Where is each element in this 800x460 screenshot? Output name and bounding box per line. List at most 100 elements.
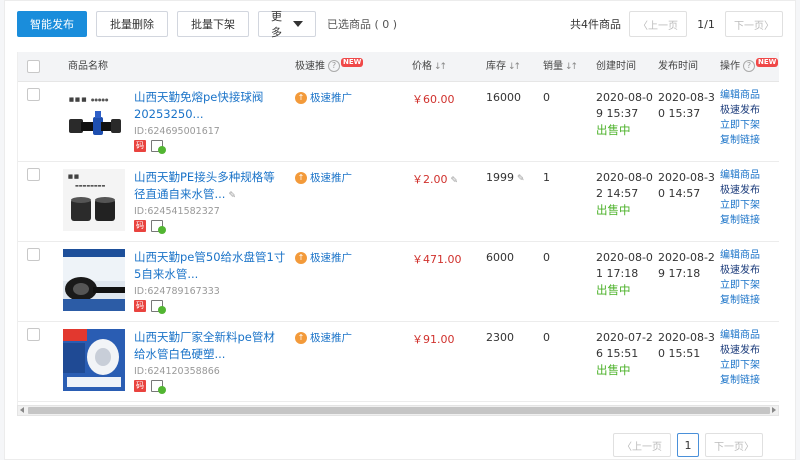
product-tags: 码 [134, 220, 166, 234]
row-checkbox[interactable] [27, 328, 40, 341]
product-stock[interactable]: 1999 ✎ [486, 171, 525, 184]
product-stock: 2300 [486, 331, 514, 344]
promo-link[interactable]: ↑ 极速推广 [295, 250, 352, 265]
product-title-link[interactable]: 山西天勤pe管50给水盘管1寸5自来水管... [134, 249, 286, 283]
caret-down-icon [293, 21, 303, 27]
product-price: ￥60.00 [412, 93, 455, 106]
row-actions: 编辑商品 极速发布 立即下架 复制链接 [720, 249, 760, 308]
next-page-button[interactable]: 下一页 〉 [725, 11, 783, 37]
copy-link-link[interactable]: 复制链接 [720, 134, 760, 148]
fast-publish-link[interactable]: 极速发布 [720, 184, 760, 198]
promo-label: 极速推广 [310, 92, 352, 104]
help-icon[interactable]: ? [743, 60, 755, 72]
col-ops: 操作? NEW [720, 52, 779, 82]
code-tag-icon[interactable]: 码 [134, 300, 146, 312]
copy-link-link[interactable]: 复制链接 [720, 214, 760, 228]
status-badge: 出售中 [596, 123, 631, 137]
promo-label: 极速推广 [310, 172, 352, 184]
sort-icon: ↓↑ [434, 62, 447, 72]
pe-pipe-coil-image [63, 249, 125, 311]
row-actions: 编辑商品 极速发布 立即下架 复制链接 [720, 89, 760, 148]
table-row: 山西天勤pe管50给水盘管1寸5自来水管... ID:624789167333 … [18, 242, 779, 322]
product-title-link[interactable]: 山西天勤厂家全新料pe管材给水管白色硬塑... [134, 329, 286, 363]
col-sales[interactable]: 销量 ↓↑ [543, 52, 578, 82]
created-time: 2020-08-09 15:37 [596, 91, 653, 120]
edit-product-link[interactable]: 编辑商品 [720, 329, 760, 343]
svg-text:●●●●●: ●●●●● [91, 97, 109, 102]
smart-publish-button[interactable]: 智能发布 [17, 11, 87, 37]
rocket-icon: ↑ [295, 331, 307, 344]
product-thumbnail[interactable]: ⬛ ⬛ ⬛ ●●●●● [63, 89, 125, 151]
row-checkbox[interactable] [27, 168, 40, 181]
horizontal-scrollbar[interactable] [17, 405, 779, 416]
doc-check-icon[interactable] [151, 380, 166, 394]
col-sales-label: 销量 [543, 61, 563, 72]
product-title-link[interactable]: 山西天勤PE接头多种规格等径直通自来水管... ✎ [134, 169, 286, 205]
col-ops-label: 操作 [720, 61, 740, 72]
row-checkbox[interactable] [27, 248, 40, 261]
scrollbar-thumb[interactable] [28, 407, 770, 414]
delist-link[interactable]: 立即下架 [720, 119, 760, 133]
prev-page-button[interactable]: 〈 上一页 [613, 433, 671, 457]
batch-delist-button[interactable]: 批量下架 [177, 11, 249, 37]
edit-product-link[interactable]: 编辑商品 [720, 249, 760, 263]
ball-valve-image: ⬛ ⬛ ⬛ ●●●●● [63, 89, 125, 151]
delist-link[interactable]: 立即下架 [720, 279, 760, 293]
edit-product-link[interactable]: 编辑商品 [720, 89, 760, 103]
row-actions: 编辑商品 极速发布 立即下架 复制链接 [720, 169, 760, 228]
scroll-right-arrow-icon[interactable] [772, 407, 776, 413]
edit-product-link[interactable]: 编辑商品 [720, 169, 760, 183]
promo-link[interactable]: ↑ 极速推广 [295, 330, 352, 345]
edit-pencil-icon[interactable]: ✎ [451, 176, 459, 186]
col-price[interactable]: 价格 ↓↑ [412, 52, 447, 82]
product-thumbnail[interactable] [63, 249, 125, 311]
doc-check-icon[interactable] [151, 220, 166, 234]
doc-check-icon[interactable] [151, 140, 166, 154]
edit-pencil-icon[interactable]: ✎ [517, 174, 525, 184]
fast-publish-link[interactable]: 极速发布 [720, 264, 760, 278]
col-stock[interactable]: 库存 ↓↑ [486, 52, 521, 82]
table-row: ⬛ ⬛ ⬛ ●●●●● 山西天勤免熔pe快接球阀20253250... ID:6… [18, 82, 779, 162]
promo-link[interactable]: ↑ 极速推广 [295, 90, 352, 105]
product-table: 商品名称 极速推? NEW 价格 ↓↑ 库存 ↓↑ 销量 ↓↑ 创建时间 发布时间 操作… [17, 52, 779, 405]
pe-pipe-roll-image [63, 329, 125, 391]
code-tag-icon[interactable]: 码 [134, 380, 146, 392]
product-thumbnail[interactable] [63, 329, 125, 391]
svg-text:▬▬▬▬▬▬▬▬: ▬▬▬▬▬▬▬▬ [75, 183, 105, 188]
fast-publish-link[interactable]: 极速发布 [720, 104, 760, 118]
product-sales: 1 [543, 171, 550, 184]
select-all-checkbox[interactable] [27, 60, 40, 73]
col-stock-label: 库存 [486, 61, 506, 72]
prev-page-button[interactable]: 〈 上一页 [629, 11, 687, 37]
scroll-left-arrow-icon[interactable] [20, 407, 24, 413]
published-time: 2020-08-30 15:37 [658, 91, 715, 120]
col-name: 商品名称 [68, 61, 108, 72]
product-id: ID:624695001617 [134, 126, 220, 137]
doc-check-icon[interactable] [151, 300, 166, 314]
more-dropdown-button[interactable]: 更多 [258, 10, 316, 39]
delist-link[interactable]: 立即下架 [720, 199, 760, 213]
next-page-button[interactable]: 下一页 〉 [705, 433, 763, 457]
sort-icon: ↓↑ [508, 62, 521, 72]
promo-link[interactable]: ↑ 极速推广 [295, 170, 352, 185]
batch-delete-button[interactable]: 批量删除 [96, 11, 168, 37]
code-tag-icon[interactable]: 码 [134, 140, 146, 152]
product-thumbnail[interactable]: ⬛ ⬛ ▬▬▬▬▬▬▬▬ [63, 169, 125, 231]
code-tag-icon[interactable]: 码 [134, 220, 146, 232]
product-price[interactable]: ￥2.00 ✎ [412, 171, 458, 187]
svg-text:⬛ ⬛ ⬛: ⬛ ⬛ ⬛ [69, 97, 87, 102]
copy-link-link[interactable]: 复制链接 [720, 294, 760, 308]
product-title-link[interactable]: 山西天勤免熔pe快接球阀20253250... [134, 89, 286, 123]
delist-link[interactable]: 立即下架 [720, 359, 760, 373]
top-pager: 共4件商品 〈 上一页 1/1 下一页 〉 [570, 11, 783, 37]
current-page-button[interactable]: 1 [677, 433, 699, 457]
edit-pencil-icon[interactable]: ✎ [228, 188, 236, 205]
product-sales: 0 [543, 91, 550, 104]
status-badge: 出售中 [596, 203, 631, 217]
fast-publish-link[interactable]: 极速发布 [720, 344, 760, 358]
prev-page-label: 上一页 [648, 20, 678, 32]
svg-text:⬛ ⬛: ⬛ ⬛ [68, 174, 79, 179]
help-icon[interactable]: ? [328, 60, 340, 72]
copy-link-link[interactable]: 复制链接 [720, 374, 760, 388]
row-checkbox[interactable] [27, 88, 40, 101]
